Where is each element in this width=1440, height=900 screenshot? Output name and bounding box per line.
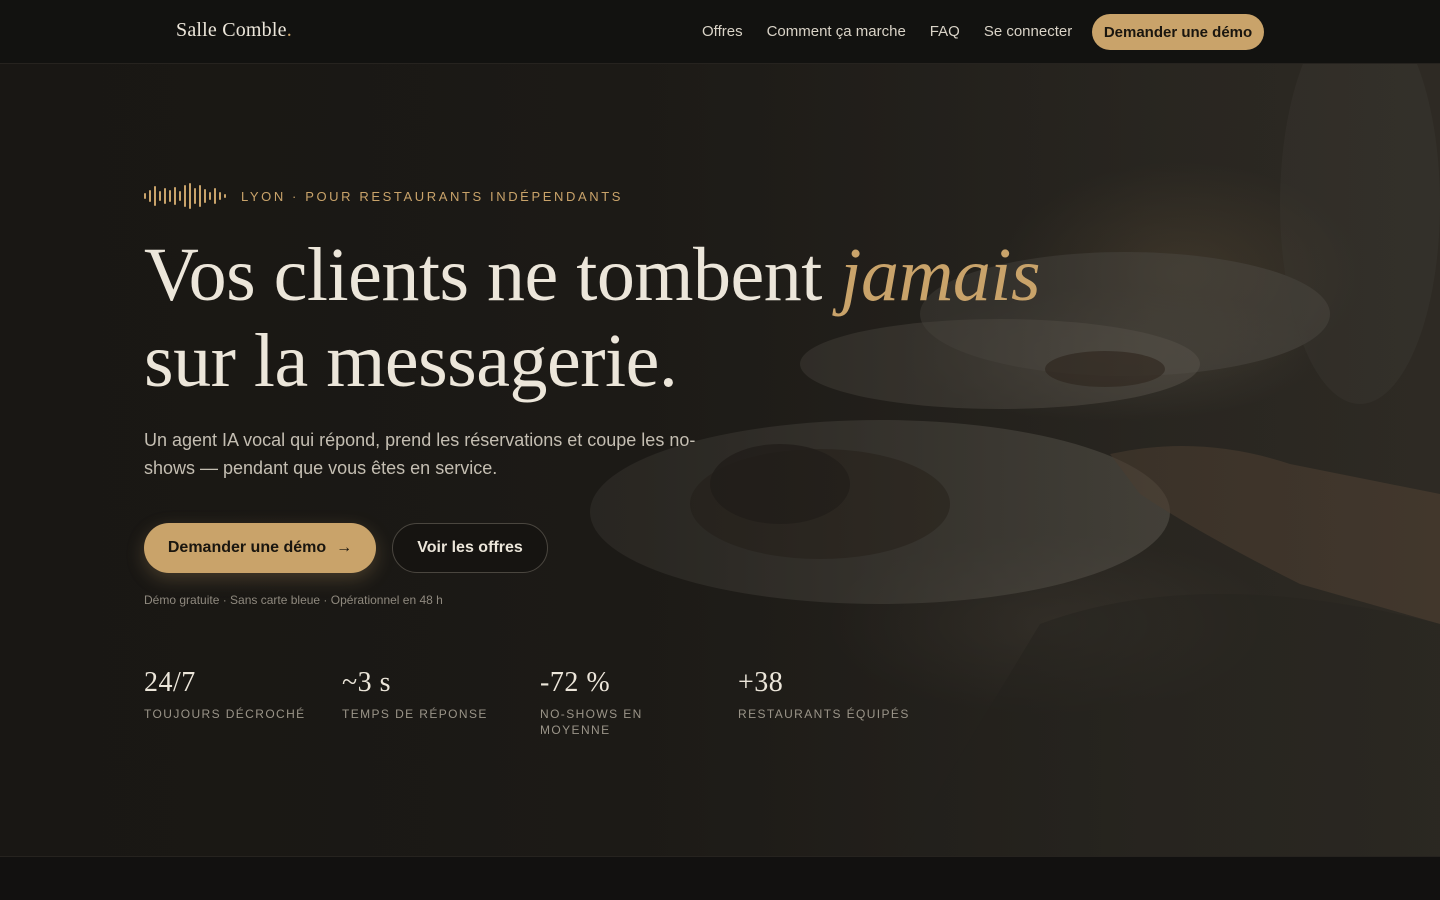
nav-link-offres[interactable]: Offres: [702, 22, 743, 42]
hero-subtitle: Un agent IA vocal qui répond, prend les …: [144, 430, 696, 478]
headline-part-2: sur la messagerie.: [144, 319, 678, 403]
stat-label: NO-SHOWS EN MOYENNE: [540, 707, 643, 737]
site-header: Salle Comble. Offres Comment ça marche F…: [0, 0, 1440, 64]
stat-label: TEMPS DE RÉPONSE: [342, 707, 488, 721]
stat-value: 24/7: [144, 667, 196, 698]
header-demo-button[interactable]: Demander une démo: [1092, 14, 1264, 50]
main-nav: Offres Comment ça marche FAQ Se connecte…: [702, 22, 1096, 42]
nav-link-comment-ca-marche[interactable]: Comment ça marche: [767, 22, 906, 42]
stat-item: 24/7 TOUJOURS DÉCROCHÉ: [144, 666, 324, 722]
eyebrow: LYON · POUR RESTAURANTS INDÉPENDANTS: [144, 183, 623, 209]
stat-value: -72 %: [540, 667, 611, 698]
stat-label: RESTAURANTS ÉQUIPÉS: [738, 707, 910, 721]
stat-value: +38: [738, 667, 784, 698]
stat-label: TOUJOURS DÉCROCHÉ: [144, 707, 306, 721]
request-demo-button[interactable]: Demander une démo →: [144, 523, 376, 573]
stat-item: -72 % NO-SHOWS EN MOYENNE: [540, 666, 670, 738]
logo[interactable]: Salle Comble.: [176, 19, 292, 42]
arrow-right-icon: →: [336, 539, 353, 556]
hero-section: LYON · POUR RESTAURANTS INDÉPENDANTS Vos…: [0, 64, 1440, 856]
logo-dot: .: [286, 19, 292, 41]
nav-link-faq[interactable]: FAQ: [930, 22, 960, 42]
nav-link-se-connecter[interactable]: Se connecter: [984, 22, 1072, 42]
soundwave-icon: [144, 183, 226, 209]
cta-footnote: Démo gratuite · Sans carte bleue · Opéra…: [144, 593, 443, 607]
eyebrow-text: LYON · POUR RESTAURANTS INDÉPENDANTS: [241, 188, 624, 204]
stat-item: ~3 s TEMPS DE RÉPONSE: [342, 666, 522, 722]
headline-part-1: Vos clients ne tombent: [144, 233, 841, 317]
next-section-edge: [0, 856, 1440, 900]
page-title: Vos clients ne tombent jamais sur la mess…: [144, 232, 1144, 404]
headline-accent: jamais: [840, 233, 1041, 317]
stat-item: +38 RESTAURANTS ÉQUIPÉS: [738, 666, 938, 722]
view-offers-button[interactable]: Voir les offres: [392, 523, 548, 573]
request-demo-label: Demander une démo: [167, 539, 327, 556]
logo-text: Salle Comble: [176, 19, 287, 41]
stat-value: ~3 s: [342, 667, 392, 698]
